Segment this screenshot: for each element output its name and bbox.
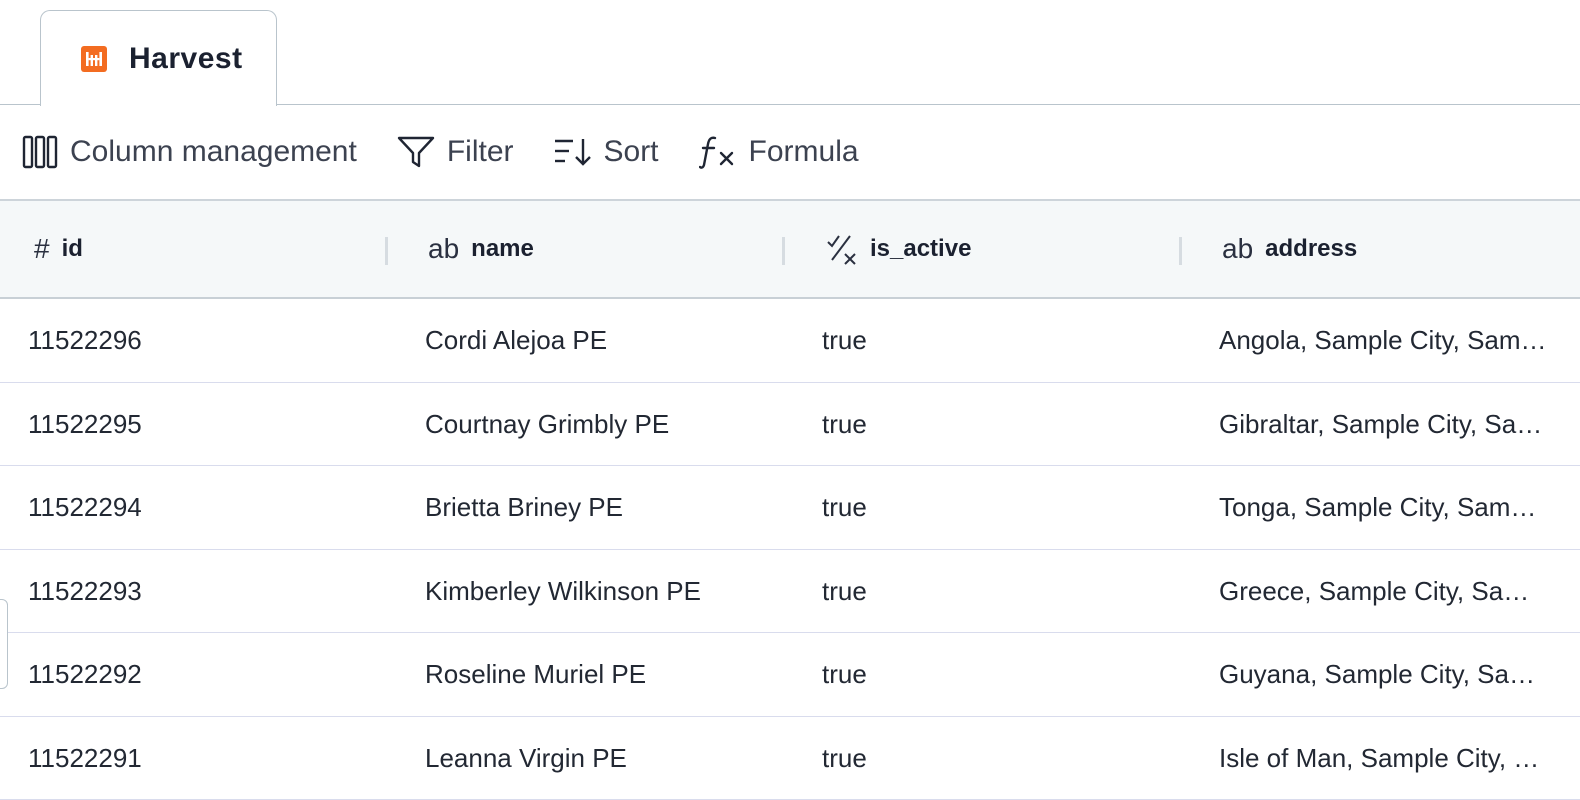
boolean-type-icon — [826, 233, 858, 265]
cell-name: Roseline Muriel PE — [425, 633, 795, 715]
tab-harvest[interactable]: Harvest — [40, 10, 277, 106]
cell-address: Gibraltar, Sample City, Sample State — [1219, 383, 1549, 465]
column-header-address[interactable]: ab address — [1222, 201, 1357, 297]
column-header-id[interactable]: # id — [34, 201, 83, 297]
text-type-icon: ab — [1222, 233, 1253, 265]
table-header: # id ab name is_active ab address — [0, 201, 1580, 299]
cell-is-active: true — [822, 466, 1192, 548]
sort-label: Sort — [604, 135, 659, 169]
column-resize-handle[interactable] — [782, 237, 785, 265]
number-type-icon: # — [34, 233, 50, 265]
formula-button[interactable]: Formula — [699, 135, 859, 169]
function-icon — [699, 135, 737, 169]
sort-icon — [554, 137, 592, 167]
table-row[interactable]: 11522291 Leanna Virgin PE true Isle of M… — [0, 717, 1580, 800]
table-row[interactable]: 11522292 Roseline Muriel PE true Guyana,… — [0, 633, 1580, 717]
cell-name: Courtnay Grimbly PE — [425, 383, 795, 465]
cell-is-active: true — [822, 383, 1192, 465]
table-row[interactable]: 11522295 Courtnay Grimbly PE true Gibral… — [0, 383, 1580, 467]
cell-id: 11522293 — [28, 550, 368, 632]
column-label: address — [1265, 235, 1357, 263]
cell-id: 11522296 — [28, 299, 368, 381]
tab-label: Harvest — [129, 42, 243, 76]
cell-address: Tonga, Sample City, Sample State — [1219, 466, 1549, 548]
cell-id: 11522294 — [28, 466, 368, 548]
cell-is-active: true — [822, 717, 1192, 799]
table-row[interactable]: 11522294 Brietta Briney PE true Tonga, S… — [0, 466, 1580, 550]
column-header-name[interactable]: ab name — [428, 201, 534, 297]
table-toolbar: Column management Filter Sort — [0, 105, 1580, 201]
cell-id: 11522292 — [28, 633, 368, 715]
cell-name: Leanna Virgin PE — [425, 717, 795, 799]
filter-button[interactable]: Filter — [397, 135, 514, 169]
column-label: is_active — [870, 235, 971, 263]
cell-address: Isle of Man, Sample City, Sample State — [1219, 717, 1549, 799]
tab-bar: Harvest — [0, 0, 1580, 105]
data-table: # id ab name is_active ab address — [0, 201, 1580, 800]
text-type-icon: ab — [428, 233, 459, 265]
column-label: name — [471, 235, 534, 263]
funnel-icon — [397, 135, 435, 169]
column-resize-handle[interactable] — [385, 237, 388, 265]
column-label: id — [62, 235, 83, 263]
cell-is-active: true — [822, 299, 1192, 381]
harvest-logo-icon — [81, 46, 107, 72]
cell-id: 11522295 — [28, 383, 368, 465]
column-management-button[interactable]: Column management — [22, 135, 357, 169]
filter-label: Filter — [447, 135, 514, 169]
table-row[interactable]: 11522293 Kimberley Wilkinson PE true Gre… — [0, 550, 1580, 634]
cell-id: 11522291 — [28, 717, 368, 799]
column-header-is-active[interactable]: is_active — [826, 201, 971, 297]
cell-name: Kimberley Wilkinson PE — [425, 550, 795, 632]
side-panel-handle[interactable] — [0, 599, 8, 689]
cell-name: Cordi Alejoa PE — [425, 299, 795, 381]
cell-address: Greece, Sample City, Sample State — [1219, 550, 1549, 632]
columns-icon — [22, 135, 58, 169]
cell-name: Brietta Briney PE — [425, 466, 795, 548]
cell-is-active: true — [822, 633, 1192, 715]
sort-button[interactable]: Sort — [554, 135, 659, 169]
cell-address: Angola, Sample City, Sample State — [1219, 299, 1549, 381]
column-management-label: Column management — [70, 135, 357, 169]
cell-is-active: true — [822, 550, 1192, 632]
cell-address: Guyana, Sample City, Sample State — [1219, 633, 1549, 715]
column-resize-handle[interactable] — [1179, 237, 1182, 265]
formula-label: Formula — [749, 135, 859, 169]
table-row[interactable]: 11522296 Cordi Alejoa PE true Angola, Sa… — [0, 299, 1580, 383]
